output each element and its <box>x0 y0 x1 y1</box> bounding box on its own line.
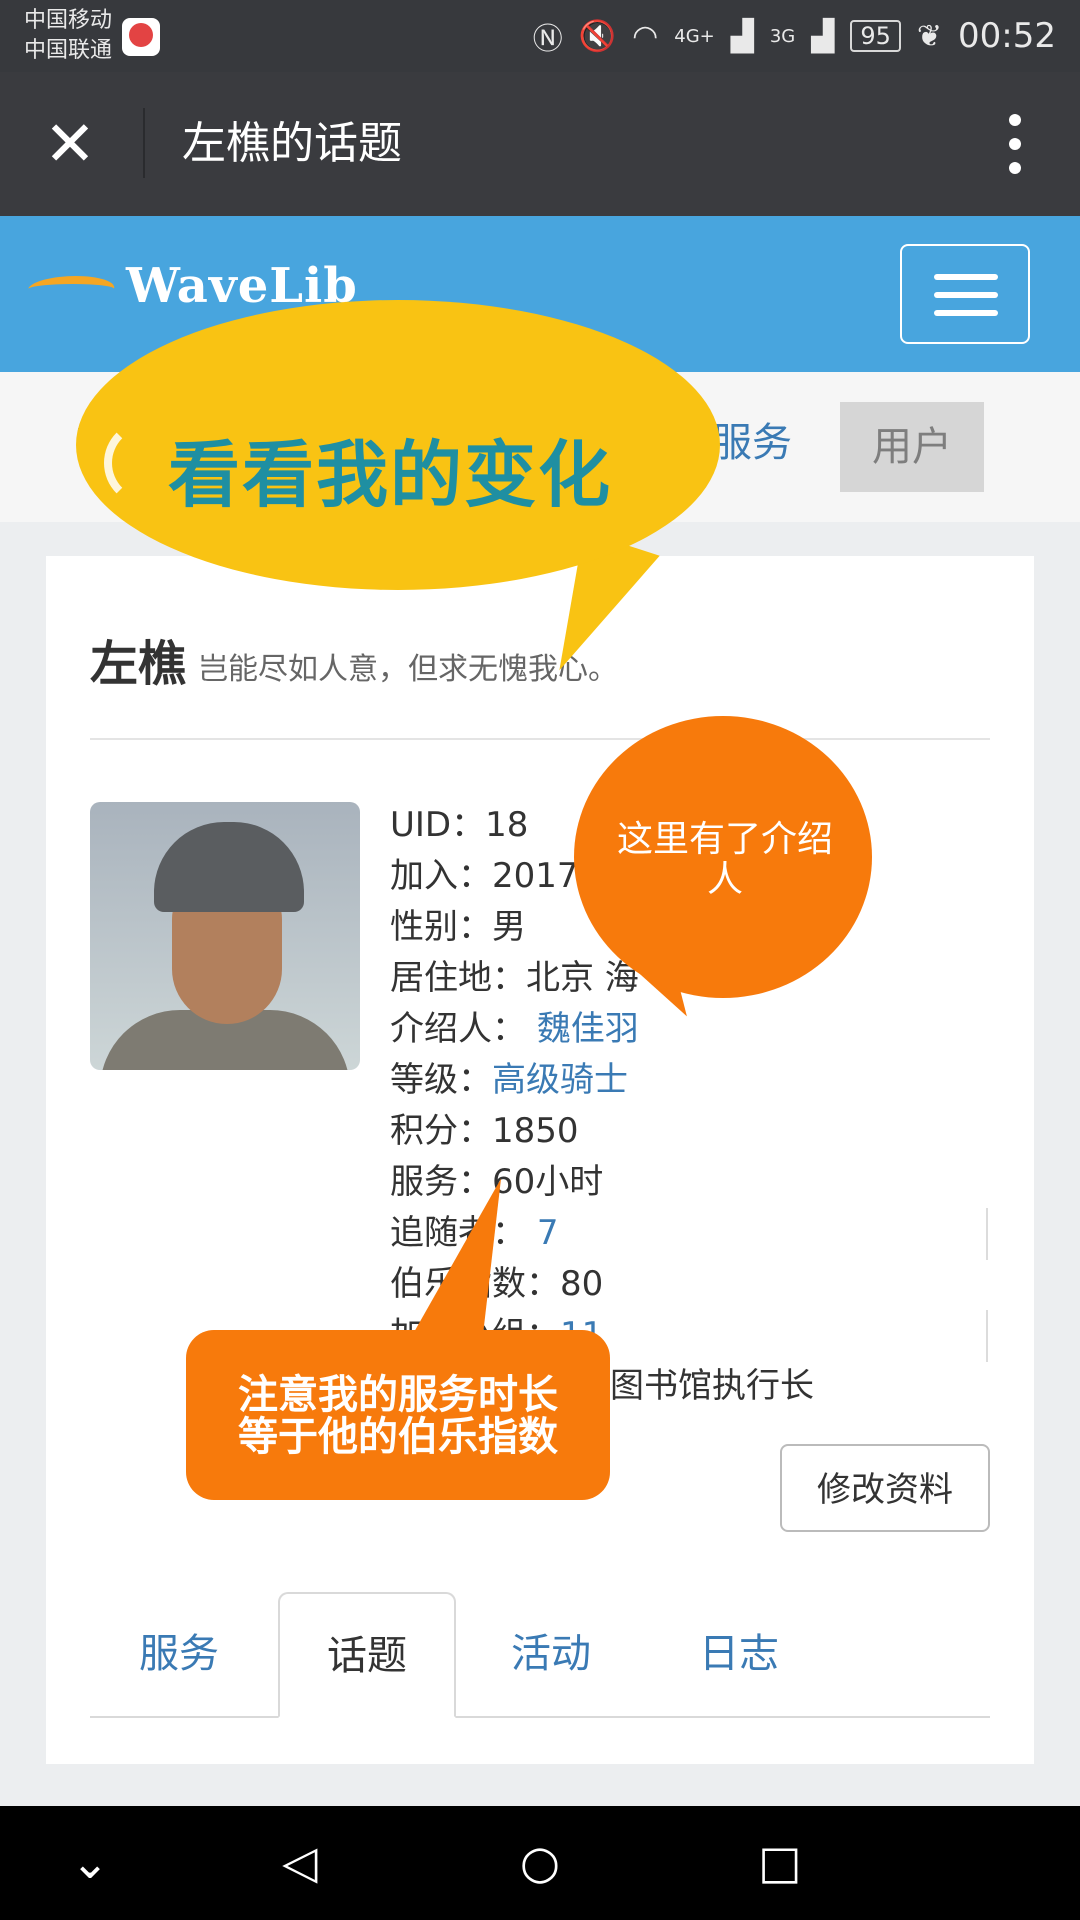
level-label: 等级： <box>390 1060 492 1100</box>
carrier-1: 中国移动 <box>24 8 113 33</box>
nfc-icon: Ⓝ <box>532 22 563 57</box>
home-icon[interactable]: ○ <box>510 1832 570 1892</box>
callout-line-1: 注意我的服务时长 <box>238 1372 558 1418</box>
points-row: 积分：1850 <box>390 1106 990 1157</box>
network-3g-label: 3G <box>769 25 796 47</box>
battery-level: 95 <box>850 20 901 52</box>
profile-tabs: 服务 话题 活动 日志 <box>90 1592 990 1718</box>
uid-value: 18 <box>485 805 529 845</box>
app-notification-icon <box>122 18 160 56</box>
avatar <box>90 802 360 1070</box>
tab-activities[interactable]: 活动 <box>462 1592 640 1718</box>
bole-value: 80 <box>560 1264 604 1304</box>
points-label: 积分： <box>390 1111 492 1151</box>
hamburger-menu-button[interactable] <box>900 244 1030 344</box>
wave-logo-icon <box>28 266 114 306</box>
divider <box>90 738 990 740</box>
uid-label: UID： <box>390 805 486 845</box>
status-icons: Ⓝ 🔇 ◠ 4G+ ▟ 3G ▟ 95 ❦ 00:52 <box>533 14 1056 58</box>
referrer-label: 介绍人： <box>390 1009 526 1049</box>
nav-item-users[interactable]: 用户 <box>840 402 984 492</box>
carrier-names: 中国移动 中国联通 <box>24 6 112 66</box>
profile-name: 左樵 <box>90 636 187 692</box>
orange-bubble-text: 这里有了介绍人 <box>616 819 833 900</box>
back-icon[interactable]: ◁ <box>270 1832 330 1892</box>
nav-item-services[interactable]: 服务 <box>712 418 792 468</box>
android-nav-bar: ⌄ ◁ ○ □ <box>0 1806 1080 1920</box>
residence-value: 北京 海 <box>526 958 639 998</box>
carrier-2: 中国联通 <box>24 38 113 63</box>
more-vertical-icon[interactable] <box>1006 108 1024 180</box>
callout-text: 注意我的服务时长 等于他的伯乐指数 <box>186 1374 610 1458</box>
signal-icon: ▟ <box>730 18 754 54</box>
scroll-indicator-2 <box>986 1310 988 1362</box>
gender-value: 男 <box>492 907 526 947</box>
scroll-indicator-1 <box>986 1208 988 1260</box>
close-icon[interactable]: ✕ <box>44 110 96 178</box>
wechat-title-bar: ✕ 左樵的话题 <box>0 72 1080 216</box>
gender-label: 性别： <box>390 907 492 947</box>
followers-link[interactable]: 7 <box>537 1213 559 1253</box>
tab-logs[interactable]: 日志 <box>650 1592 828 1718</box>
tab-services[interactable]: 服务 <box>90 1592 268 1718</box>
edit-profile-button[interactable]: 修改资料 <box>780 1444 990 1532</box>
points-value: 1850 <box>492 1111 579 1151</box>
join-label: 加入： <box>390 856 492 896</box>
join-value: 2017 <box>492 856 579 896</box>
collapse-icon[interactable]: ⌄ <box>60 1832 120 1892</box>
title-value: 图书馆执行长 <box>610 1366 814 1406</box>
recents-icon[interactable]: □ <box>750 1832 810 1892</box>
page-title: 左樵的话题 <box>182 118 402 169</box>
mute-icon: 🔇 <box>578 18 617 54</box>
level-row: 等级：高级骑士 <box>390 1055 990 1106</box>
tab-topics[interactable]: 话题 <box>278 1592 456 1718</box>
leaf-icon: ❦ <box>916 18 943 54</box>
signal-icon-2: ▟ <box>811 18 835 54</box>
referrer-link[interactable]: 魏佳羽 <box>537 1009 639 1049</box>
clock: 00:52 <box>958 16 1056 56</box>
status-bar: 中国移动 中国联通 Ⓝ 🔇 ◠ 4G+ ▟ 3G ▟ 95 ❦ 00:52 <box>0 0 1080 72</box>
wifi-icon: ◠ <box>632 18 659 54</box>
callout-line-2: 等于他的伯乐指数 <box>238 1414 558 1460</box>
title-divider <box>143 108 145 178</box>
level-link[interactable]: 高级骑士 <box>492 1060 628 1100</box>
residence-label: 居住地： <box>390 958 526 998</box>
yellow-bubble-text: 看看我的变化 <box>168 433 613 517</box>
network-4g-label: 4G+ <box>674 25 715 47</box>
